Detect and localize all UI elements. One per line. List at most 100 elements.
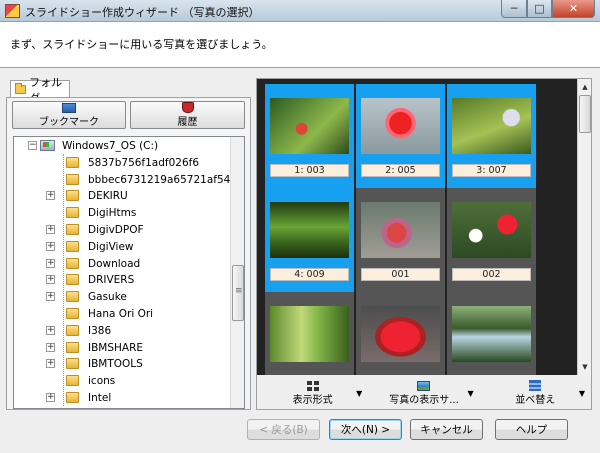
photo-image bbox=[452, 98, 531, 154]
tree-item[interactable]: + IBMTOOLS bbox=[14, 355, 229, 372]
instruction-bar: まず、スライドショーに用いる写真を選びましょう。 bbox=[0, 22, 600, 68]
tree-item[interactable]: bbbec6731219a65721af547f bbox=[14, 171, 241, 188]
tree-item-drive[interactable]: − Windows7_OS (C:) bbox=[14, 137, 229, 154]
bookmark-label: ブックマーク bbox=[39, 116, 99, 128]
chevron-down-icon[interactable]: ▼ bbox=[579, 389, 585, 398]
maximize-button[interactable]: □ bbox=[527, 0, 552, 18]
photo-thumbnail[interactable] bbox=[265, 292, 354, 375]
tree-item-label: DRIVERS bbox=[88, 273, 135, 286]
photo-label: 4: 009 bbox=[270, 268, 349, 281]
photo-image bbox=[361, 306, 440, 362]
tree-item-label: bbbec6731219a65721af547f bbox=[88, 173, 241, 186]
tree-item-label: IBMTOOLS bbox=[88, 357, 143, 370]
tree-item[interactable]: + Gasuke bbox=[14, 288, 229, 305]
tree-scroll-thumb[interactable] bbox=[232, 265, 244, 321]
photo-thumbnail[interactable]: 4: 009 bbox=[265, 188, 354, 292]
bookmark-icon bbox=[62, 102, 76, 113]
photo-display-button[interactable]: 写真の表示サ... ▼ bbox=[368, 377, 479, 409]
display-format-button[interactable]: 表示形式 ▼ bbox=[257, 377, 368, 409]
folder-tree[interactable]: − Windows7_OS (C:) 5837b756f1adf026f6 bbbec… bbox=[13, 136, 245, 409]
instruction-text: まず、スライドショーに用いる写真を選びましょう。 bbox=[10, 38, 273, 51]
expand-icon[interactable]: + bbox=[46, 393, 55, 402]
view-toolbar: 表示形式 ▼ 写真の表示サ... ▼ 並べ替え ▼ bbox=[257, 377, 591, 409]
photo-label: 3: 007 bbox=[452, 164, 531, 177]
folder-icon bbox=[66, 342, 79, 353]
tree-item[interactable]: + I386 bbox=[14, 322, 229, 339]
tree-item-label: Hana Ori Ori bbox=[88, 307, 154, 320]
back-button[interactable]: < 戻る(B) bbox=[247, 419, 320, 440]
scroll-down-icon[interactable]: ▼ bbox=[579, 361, 591, 373]
photo-image bbox=[452, 202, 531, 258]
close-button[interactable]: ✕ bbox=[552, 0, 595, 18]
photo-icon bbox=[417, 380, 431, 391]
expand-icon[interactable]: + bbox=[46, 292, 55, 301]
folder-icon bbox=[66, 375, 79, 386]
folder-icon bbox=[66, 241, 79, 252]
next-button[interactable]: 次へ(N) > bbox=[329, 419, 402, 440]
collapse-icon[interactable]: − bbox=[28, 141, 37, 150]
photo-image bbox=[361, 98, 440, 154]
folder-icon bbox=[66, 258, 79, 269]
scroll-up-icon[interactable]: ▲ bbox=[579, 81, 591, 93]
photo-image bbox=[270, 98, 349, 154]
tree-item-label: icons bbox=[88, 374, 116, 387]
drive-icon bbox=[40, 140, 55, 151]
chevron-down-icon[interactable]: ▼ bbox=[356, 389, 362, 398]
tree-item-label: DigiHtms bbox=[88, 206, 137, 219]
folder-icon bbox=[66, 157, 79, 168]
photo-thumbnail[interactable]: 001 bbox=[356, 188, 445, 292]
folder-icon bbox=[66, 274, 79, 285]
tree-item[interactable]: + DigiView bbox=[14, 238, 229, 255]
expand-icon[interactable]: + bbox=[46, 242, 55, 251]
tree-item[interactable]: icons bbox=[14, 372, 229, 389]
thumbnail-scrollbar[interactable]: ▲ ▼ bbox=[577, 79, 591, 375]
photo-label: 1: 003 bbox=[270, 164, 349, 177]
cancel-button[interactable]: キャンセル bbox=[410, 419, 483, 440]
expand-icon[interactable]: + bbox=[46, 191, 55, 200]
title-bar: スライドショー作成ウィザード （写真の選択） ─ □ ✕ bbox=[0, 0, 600, 22]
folder-icon bbox=[66, 207, 79, 218]
folder-icon bbox=[66, 308, 79, 319]
photo-label: 001 bbox=[361, 268, 440, 281]
photo-thumbnail[interactable]: 002 bbox=[447, 188, 536, 292]
help-button[interactable]: ヘルプ bbox=[495, 419, 568, 440]
tree-scrollbar[interactable] bbox=[230, 137, 244, 408]
tree-item[interactable]: 5837b756f1adf026f6 bbox=[14, 154, 229, 171]
tree-item[interactable]: DigiHtms bbox=[14, 204, 229, 221]
tree-item[interactable]: + IBMSHARE bbox=[14, 339, 229, 356]
tab-folder[interactable]: フォルダ bbox=[10, 76, 70, 105]
tree-item[interactable]: + DRIVERS bbox=[14, 271, 229, 288]
photo-label: 2: 005 bbox=[361, 164, 440, 177]
folder-icon bbox=[66, 358, 79, 369]
photo-thumbnail[interactable] bbox=[447, 292, 536, 375]
photo-thumbnail[interactable]: 3: 007 bbox=[447, 84, 536, 188]
expand-icon[interactable]: + bbox=[46, 259, 55, 268]
tree-item[interactable]: + DigivDPOF bbox=[14, 221, 229, 238]
expand-icon[interactable]: + bbox=[46, 326, 55, 335]
photo-thumbnail[interactable]: 1: 003 bbox=[265, 84, 354, 188]
expand-icon[interactable]: + bbox=[46, 343, 55, 352]
bookmark-button[interactable]: ブックマーク bbox=[12, 101, 126, 129]
expand-icon[interactable]: + bbox=[46, 275, 55, 284]
history-label: 履歴 bbox=[177, 117, 198, 128]
tree-item-label: DigivDPOF bbox=[88, 223, 144, 236]
thumbnail-scroll-thumb[interactable] bbox=[579, 95, 591, 133]
chevron-down-icon[interactable]: ▼ bbox=[468, 389, 474, 398]
display-format-label: 表示形式 bbox=[292, 394, 333, 406]
sort-icon bbox=[529, 380, 542, 391]
expand-icon[interactable]: + bbox=[46, 225, 55, 234]
tree-item-label: IBMSHARE bbox=[88, 341, 144, 354]
history-button[interactable]: 履歴 bbox=[130, 101, 245, 129]
photo-thumbnail[interactable]: 2: 005 bbox=[356, 84, 445, 188]
expand-icon[interactable]: + bbox=[46, 359, 55, 368]
photo-image bbox=[270, 306, 349, 362]
minimize-button[interactable]: ─ bbox=[501, 0, 527, 18]
tree-item[interactable]: + Intel bbox=[14, 389, 229, 406]
tree-item[interactable]: + Download bbox=[14, 255, 229, 272]
tree-item[interactable]: + DEKIRU bbox=[14, 187, 229, 204]
tree-item[interactable]: Hana Ori Ori bbox=[14, 305, 229, 322]
thumbnail-grid: 1: 003 2: 005 3: 007 4: 009 001 002 bbox=[257, 79, 577, 375]
folder-panel: ブックマーク 履歴 − Windows7_OS (C:) 5837b756f1adf… bbox=[6, 97, 251, 410]
photo-thumbnail[interactable] bbox=[356, 292, 445, 375]
sort-button[interactable]: 並べ替え ▼ bbox=[480, 377, 591, 409]
